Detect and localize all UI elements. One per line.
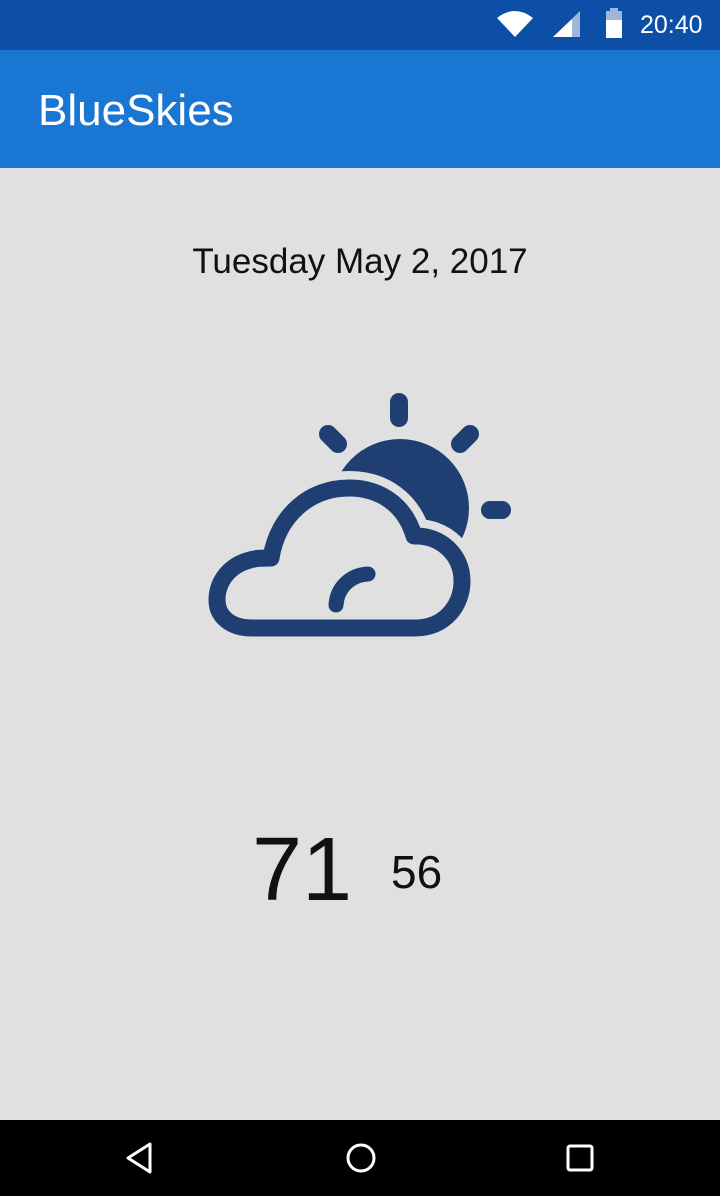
navigation-bar [0, 1120, 720, 1196]
recents-icon[interactable] [560, 1138, 600, 1178]
status-bar: 20:40 [0, 0, 720, 50]
home-icon[interactable] [341, 1138, 381, 1178]
app-title: BlueSkies [38, 86, 234, 135]
partly-cloudy-icon [200, 393, 511, 645]
back-icon[interactable] [120, 1138, 160, 1178]
forecast-panel: Tuesday May 2, 2017 71 56 [0, 168, 720, 1120]
temperature-low: 56 [391, 846, 443, 898]
wifi-icon [497, 11, 533, 37]
temperature-high: 71 [252, 820, 353, 920]
app-bar: BlueSkies [0, 50, 720, 168]
battery-icon [606, 8, 622, 38]
forecast-date: Tuesday May 2, 2017 [192, 242, 528, 281]
status-clock: 20:40 [640, 11, 703, 39]
signal-icon [553, 11, 580, 37]
